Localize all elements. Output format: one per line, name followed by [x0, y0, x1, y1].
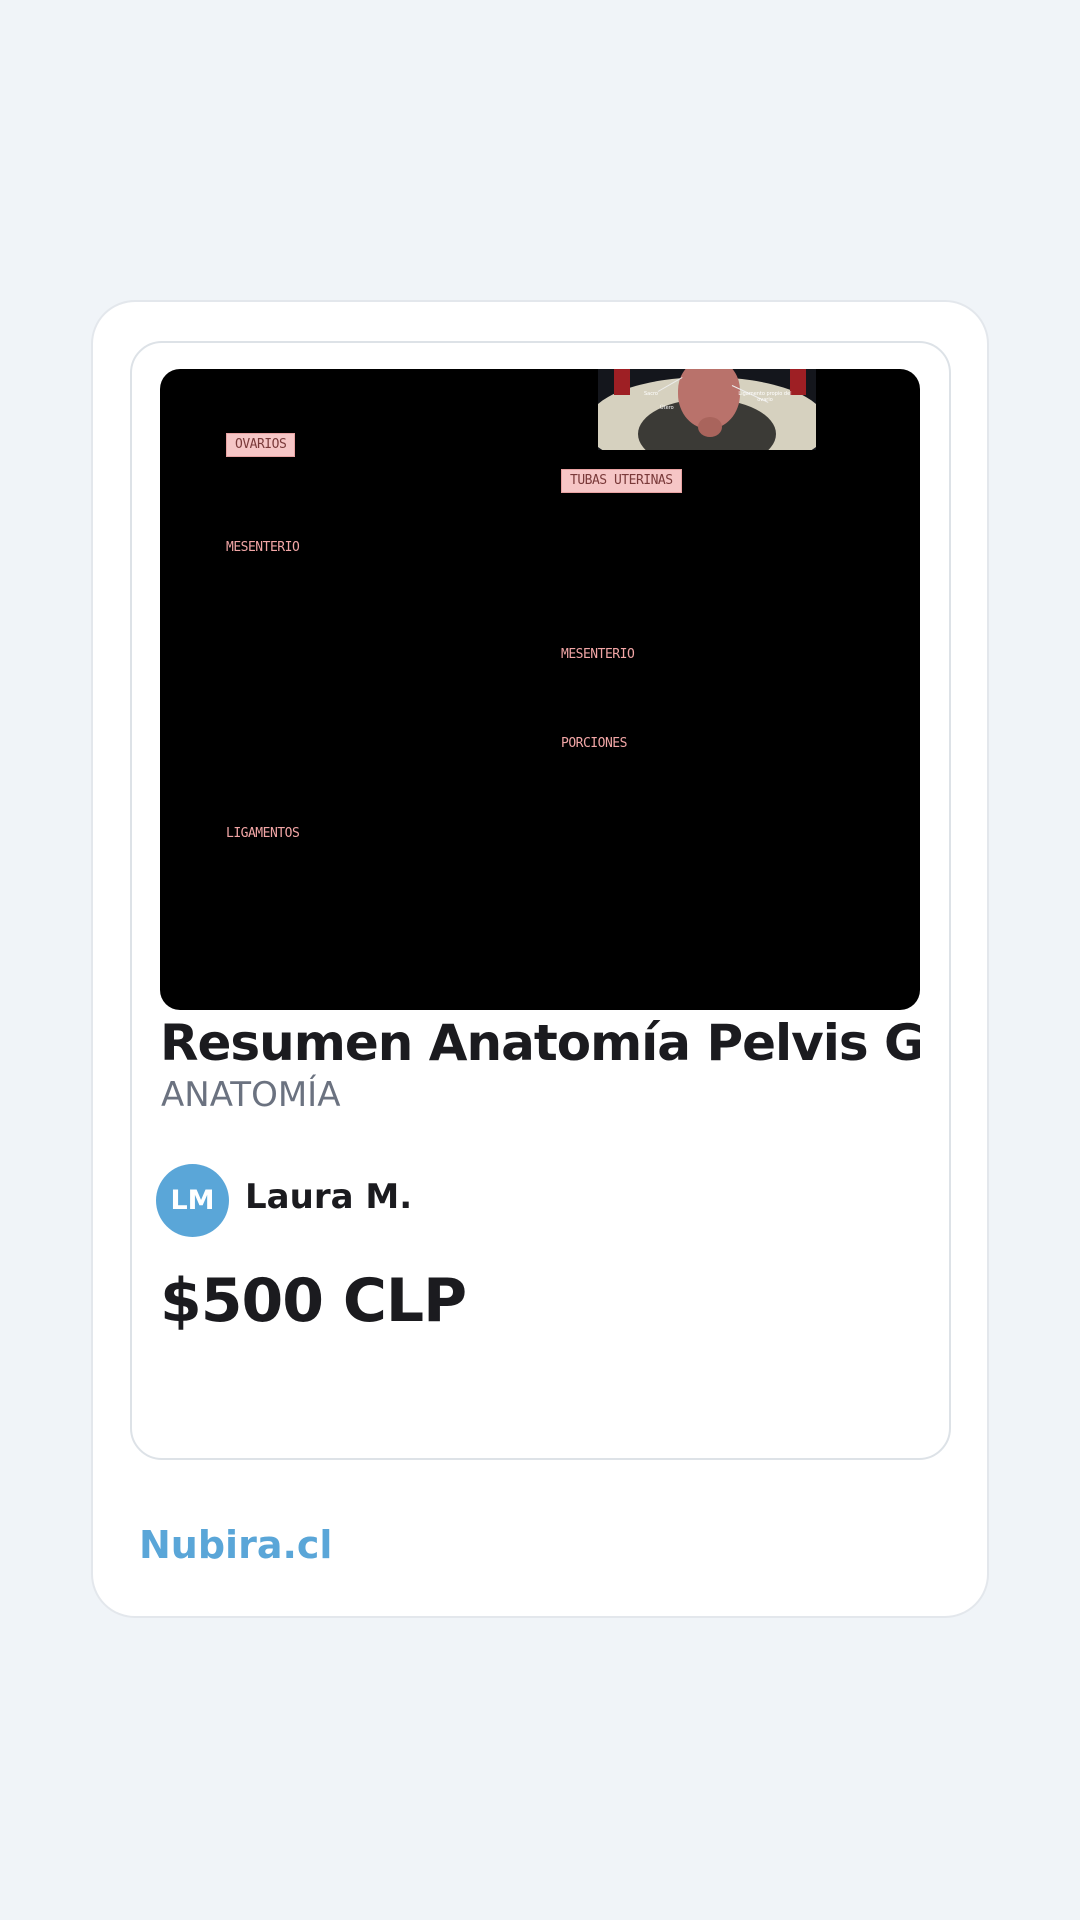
thumbnail-caption-utero: Útero — [660, 405, 674, 411]
preview-label-ligamentos: LIGAMENTOS — [226, 826, 300, 841]
author-avatar[interactable]: LM — [156, 1164, 229, 1237]
preview-label-ovarios: OVARIOS — [226, 433, 296, 457]
left-vessel-shape — [614, 369, 630, 395]
brand-link[interactable]: Nubira.cl — [139, 1522, 332, 1568]
right-vessel-shape — [790, 369, 806, 395]
preview-label-mesenterio-left: MESENTERIO — [226, 540, 300, 555]
preview-label-porciones: PORCIONES — [561, 736, 627, 751]
preview-label-mesenterio-right: MESENTERIO — [561, 647, 635, 662]
cervix-shape — [698, 417, 722, 437]
listing-price: $500 CLP — [160, 1266, 467, 1336]
thumbnail-caption-ligamento: Ligamento propio del ovario — [738, 391, 792, 403]
author-name[interactable]: Laura M. — [245, 1176, 412, 1218]
thumbnail-caption-sacro: Sacro — [644, 391, 658, 397]
listing-category: ANATOMÍA — [161, 1075, 341, 1115]
preview-label-tubas-uterinas: TUBAS UTERINAS — [561, 469, 682, 493]
document-preview-image[interactable]: Sacro Útero Ligamento propio del ovario … — [160, 369, 920, 1010]
pelvis-anatomy-thumbnail: Sacro Útero Ligamento propio del ovario — [598, 369, 816, 450]
listing-title[interactable]: Resumen Anatomía Pelvis G... — [160, 1013, 920, 1073]
